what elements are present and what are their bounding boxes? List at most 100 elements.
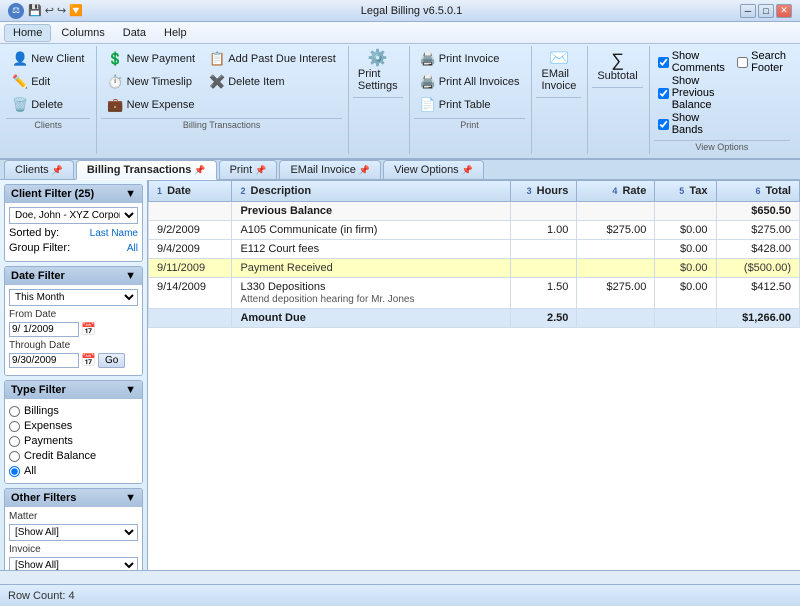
tab-view-options-pin: 📌 <box>462 165 473 176</box>
from-date-input[interactable] <box>9 322 79 337</box>
new-expense-label: New Expense <box>127 99 195 111</box>
search-footer-checkbox[interactable]: Search Footer <box>737 50 786 74</box>
col-date[interactable]: 1 Date <box>149 181 232 202</box>
table-row[interactable]: 9/2/2009 A105 Communicate (in firm) 1.00… <box>149 221 800 240</box>
client-filter-header[interactable]: Client Filter (25) ▼ <box>5 185 142 203</box>
show-previous-balance-checkbox[interactable]: Show Previous Balance <box>658 75 727 111</box>
subtotal-group-label <box>592 87 642 99</box>
table-row[interactable]: Previous Balance $650.50 <box>149 202 800 221</box>
row-count: Row Count: 4 <box>8 590 75 602</box>
print-all-invoices-button[interactable]: 🖨️ Print All Invoices <box>414 71 526 93</box>
date-range-select[interactable]: This Month <box>9 289 138 306</box>
table-row[interactable]: 9/4/2009 E112 Court fees $0.00 $428.00 <box>149 240 800 259</box>
menu-data[interactable]: Data <box>115 25 154 41</box>
col-rate[interactable]: 4 Rate <box>577 181 655 202</box>
row1-date: 9/2/2009 <box>149 221 232 240</box>
footer-tax <box>655 309 716 328</box>
delete-button[interactable]: 🗑️ Delete <box>6 94 90 116</box>
new-client-button[interactable]: 👤 New Client <box>6 48 90 70</box>
sort-last-name-link[interactable]: Last Name <box>90 228 138 239</box>
col-hours[interactable]: 3 Hours <box>510 181 577 202</box>
go-button[interactable]: Go <box>98 353 125 368</box>
tab-view-options[interactable]: View Options 📌 <box>383 160 484 179</box>
new-payment-button[interactable]: 💲 New Payment <box>101 48 201 70</box>
tab-email[interactable]: EMail Invoice 📌 <box>279 160 381 179</box>
row-prev-tax <box>655 202 716 221</box>
new-expense-button[interactable]: 💼 New Expense <box>101 94 201 116</box>
other-filters-header[interactable]: Other Filters ▼ <box>5 489 142 507</box>
ribbon-group-print-settings: ⚙️ Print Settings <box>351 46 410 154</box>
view-checkboxes2: Search Footer <box>733 48 790 76</box>
print-all-icon: 🖨️ <box>420 74 436 90</box>
quick-access-icons: 💾 ↩ ↪ 🔽 <box>28 4 83 17</box>
date-filter-header[interactable]: Date Filter ▼ <box>5 267 142 285</box>
menu-columns[interactable]: Columns <box>53 25 112 41</box>
print-settings-button[interactable]: ⚙️ Print Settings <box>353 48 403 95</box>
type-all[interactable]: All <box>9 465 138 477</box>
through-date-row: 📅 Go <box>9 353 138 368</box>
clients-col: 👤 New Client ✏️ Edit 🗑️ Delete <box>6 48 90 116</box>
billing-col: 💲 New Payment ⏱️ New Timeslip 💼 New Expe… <box>101 48 201 116</box>
show-comments-checkbox[interactable]: Show Comments <box>658 50 727 74</box>
horizontal-scrollbar[interactable] <box>0 570 800 584</box>
billing-col2: 📋 Add Past Due Interest ✖️ Delete Item <box>203 48 342 93</box>
menu-bar: Home Columns Data Help <box>0 22 800 44</box>
table-area: 1 Date 2 Description 3 Hours 4 Rate <box>148 180 800 570</box>
subtotal-button[interactable]: ∑ Subtotal <box>592 48 642 85</box>
group-filter-label: Group Filter: <box>9 242 70 254</box>
type-billings[interactable]: Billings <box>9 405 138 417</box>
table-row[interactable]: 9/14/2009 L330 Depositions Attend deposi… <box>149 278 800 309</box>
tab-billing-transactions[interactable]: Billing Transactions 📌 <box>76 160 217 180</box>
through-date-input[interactable] <box>9 353 79 368</box>
type-payments[interactable]: Payments <box>9 435 138 447</box>
add-past-due-button[interactable]: 📋 Add Past Due Interest <box>203 48 342 70</box>
table-header-row: 1 Date 2 Description 3 Hours 4 Rate <box>149 181 800 202</box>
row-payment-date: 9/11/2009 <box>149 259 232 278</box>
type-filter-header[interactable]: Type Filter ▼ <box>5 381 142 399</box>
table-row[interactable]: 9/11/2009 Payment Received $0.00 ($500.0… <box>149 259 800 278</box>
tab-email-pin: 📌 <box>359 165 370 176</box>
from-date-calendar-icon[interactable]: 📅 <box>81 322 96 337</box>
col-total[interactable]: 6 Total <box>716 181 799 202</box>
client-filter-section: Client Filter (25) ▼ Doe, John - XYZ Cor… <box>4 184 143 262</box>
title-bar-left: ⚖ 💾 ↩ ↪ 🔽 <box>8 3 83 19</box>
tab-clients[interactable]: Clients 📌 <box>4 160 74 179</box>
print-settings-label: Print Settings <box>358 68 398 92</box>
client-filter-chevron: ▼ <box>125 188 136 200</box>
through-date-label: Through Date <box>9 340 138 351</box>
col-description[interactable]: 2 Description <box>232 181 510 202</box>
type-credit-balance[interactable]: Credit Balance <box>9 450 138 462</box>
menu-home[interactable]: Home <box>4 24 51 42</box>
tab-clients-label: Clients <box>15 164 49 176</box>
col-tax[interactable]: 5 Tax <box>655 181 716 202</box>
close-button[interactable]: ✕ <box>776 4 792 18</box>
tab-billing-pin: 📌 <box>194 165 205 176</box>
add-past-due-label: Add Past Due Interest <box>228 53 336 65</box>
email-invoice-button[interactable]: ✉️ EMail Invoice <box>536 48 581 95</box>
invoice-select[interactable]: [Show All] <box>9 557 138 570</box>
client-select[interactable]: Doe, John - XYZ Corporatio... <box>9 207 138 224</box>
group-filter-row: Group Filter: All <box>9 242 138 254</box>
footer-label: Amount Due <box>232 309 510 328</box>
print-table-button[interactable]: 📄 Print Table <box>414 94 526 116</box>
tab-print[interactable]: Print 📌 <box>219 160 278 179</box>
matter-select[interactable]: [Show All] <box>9 524 138 541</box>
clients-group-label: Clients <box>6 118 90 130</box>
group-all-link[interactable]: All <box>127 243 138 254</box>
delete-item-button[interactable]: ✖️ Delete Item <box>203 71 342 93</box>
menu-help[interactable]: Help <box>156 25 195 41</box>
type-expenses[interactable]: Expenses <box>9 420 138 432</box>
print-invoice-button[interactable]: 🖨️ Print Invoice <box>414 48 526 70</box>
minimize-button[interactable]: ─ <box>740 4 756 18</box>
maximize-button[interactable]: □ <box>758 4 774 18</box>
through-date-calendar-icon[interactable]: 📅 <box>81 353 96 368</box>
new-timeslip-button[interactable]: ⏱️ New Timeslip <box>101 71 201 93</box>
ribbon-group-print: 🖨️ Print Invoice 🖨️ Print All Invoices 📄… <box>412 46 533 154</box>
show-bands-checkbox[interactable]: Show Bands <box>658 112 727 136</box>
from-date-row: 📅 <box>9 322 138 337</box>
email-buttons: ✉️ EMail Invoice <box>536 48 581 95</box>
edit-button[interactable]: ✏️ Edit <box>6 71 90 93</box>
footer-rate <box>577 309 655 328</box>
window-controls: ─ □ ✕ <box>740 4 792 18</box>
row2-hours <box>510 240 577 259</box>
